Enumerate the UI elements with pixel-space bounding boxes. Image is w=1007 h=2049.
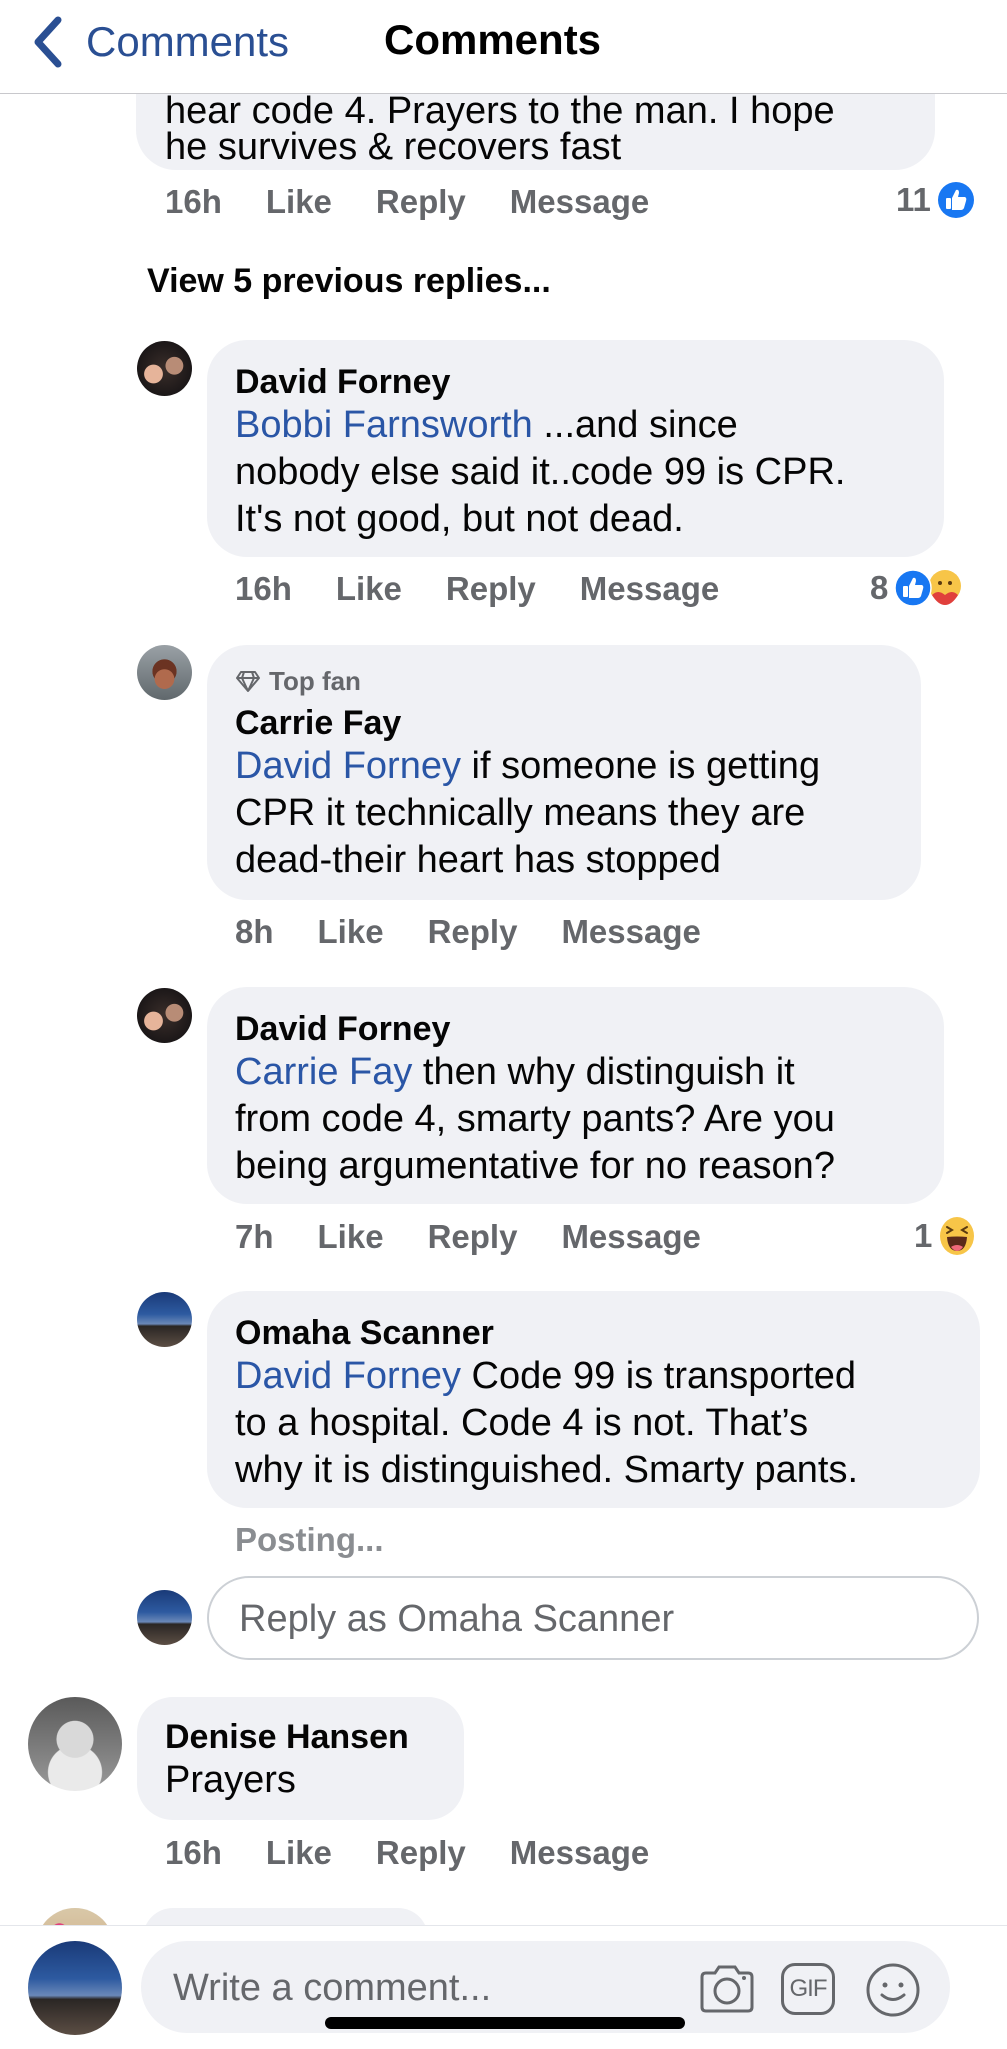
text-line: to a hospital. Code 4 is not. That’s — [235, 1402, 809, 1444]
like-button[interactable]: Like — [318, 1217, 384, 1257]
reply-meta: 16h Like Reply Message — [235, 569, 763, 609]
reply-bubble: David Forney Bobbi Farnsworth ...and sin… — [207, 340, 944, 557]
reply-button[interactable]: Reply — [446, 569, 536, 609]
mention-link[interactable]: David Forney — [235, 745, 461, 787]
comment-text: Prayers — [165, 1759, 296, 1801]
author-name[interactable]: David Forney — [235, 1007, 450, 1051]
mention-link[interactable]: Bobbi Farnsworth — [235, 404, 533, 446]
like-reaction-icon — [894, 569, 933, 607]
text-line: from code 4, smarty pants? Are you — [235, 1098, 835, 1140]
comment-composer-bar: GIF — [0, 1925, 1007, 2049]
text-line: ...and since — [532, 404, 738, 446]
reaction-count: 1 — [914, 1217, 933, 1254]
reply-input-box[interactable] — [207, 1576, 981, 1660]
text-line: why it is distinguished. Smarty pants. — [235, 1449, 859, 1491]
reply-button[interactable]: Reply — [428, 912, 518, 952]
reply-time: 16h — [235, 570, 292, 607]
top-fan-badge: Top fan — [235, 665, 361, 697]
reply-button[interactable]: Reply — [376, 1833, 466, 1873]
nav-header: Comments Comments — [0, 0, 1007, 94]
comment-bubble: Denise Hansen Prayers — [137, 1697, 464, 1820]
haha-reaction-icon — [940, 1217, 975, 1255]
text-line: if someone is getting — [460, 745, 821, 787]
reply-bubble: Omaha Scanner David Forney Code 99 is tr… — [207, 1291, 980, 1508]
emoji-icon[interactable] — [865, 1962, 921, 2018]
comment-time: 16h — [165, 1834, 222, 1871]
like-button[interactable]: Like — [266, 182, 332, 222]
chevron-left-icon[interactable] — [30, 16, 66, 68]
gif-button[interactable]: GIF — [781, 1963, 835, 2015]
reply-time: 7h — [235, 1218, 274, 1255]
text-line: dead-their heart has stopped — [235, 839, 721, 881]
reply-button[interactable]: Reply — [376, 182, 466, 222]
reply-text: David Forney if someone is getting CPR i… — [235, 743, 820, 884]
comment-text: he survives & recovers fast — [165, 126, 622, 168]
like-button[interactable]: Like — [266, 1833, 332, 1873]
mention-link[interactable]: Carrie Fay — [235, 1051, 412, 1093]
like-button[interactable]: Like — [318, 912, 384, 952]
comment-meta: 16h Like Reply Message — [165, 1833, 693, 1873]
message-button[interactable]: Message — [580, 569, 719, 609]
avatar[interactable] — [137, 645, 192, 700]
message-button[interactable]: Message — [510, 182, 649, 222]
reply-bubble: Top fan Carrie Fay David Forney if someo… — [207, 645, 921, 900]
view-previous-replies[interactable]: View 5 previous replies... — [147, 260, 551, 302]
diamond-icon — [236, 671, 260, 692]
reaction-count: 11 — [896, 181, 931, 218]
message-button[interactable]: Message — [561, 912, 700, 952]
author-name[interactable]: Denise Hansen — [165, 1715, 409, 1759]
reply-text: Bobbi Farnsworth ...and since nobody els… — [235, 402, 845, 543]
reply-meta: 7h Like Reply Message — [235, 1217, 745, 1257]
back-button[interactable]: Comments — [86, 16, 289, 68]
reply-text: David Forney Code 99 is transported to a… — [235, 1353, 858, 1494]
mention-link[interactable]: David Forney — [235, 1355, 461, 1397]
reaction-summary[interactable]: 1 — [914, 1216, 976, 1256]
message-button[interactable]: Message — [561, 1217, 700, 1257]
composer-avatar — [28, 1941, 122, 2035]
reaction-count: 8 — [870, 569, 889, 606]
reply-meta: 8h Like Reply Message — [235, 912, 745, 952]
text-line: then why distinguish it — [412, 1051, 795, 1093]
gif-label: GIF — [789, 1975, 828, 2002]
author-name[interactable]: Carrie Fay — [235, 701, 401, 745]
page-title: Comments — [384, 16, 602, 63]
reply-avatar — [137, 1590, 192, 1645]
reply-time: 8h — [235, 913, 274, 950]
home-indicator — [325, 2017, 685, 2029]
comment-meta: 16h Like Reply Message — [165, 182, 693, 222]
avatar[interactable] — [137, 341, 192, 396]
reply-input[interactable] — [237, 1578, 981, 1660]
author-name[interactable]: Omaha Scanner — [235, 1311, 494, 1355]
comment-time: 16h — [165, 183, 222, 220]
reaction-summary[interactable]: 11 — [896, 181, 975, 219]
camera-icon[interactable] — [698, 1963, 756, 2015]
text-line: CPR it technically means they are — [235, 792, 806, 834]
reply-text: Carrie Fay then why distinguish it from … — [235, 1049, 835, 1190]
text-line: nobody else said it..code 99 is CPR. — [235, 451, 846, 493]
like-button[interactable]: Like — [336, 569, 402, 609]
avatar[interactable] — [28, 1697, 122, 1791]
message-button[interactable]: Message — [510, 1833, 649, 1873]
badge-label: Top fan — [269, 666, 361, 696]
reaction-summary[interactable]: 8 — [870, 569, 964, 607]
avatar[interactable] — [137, 988, 192, 1043]
reply-bubble: David Forney Carrie Fay then why disting… — [207, 987, 944, 1204]
avatar[interactable] — [137, 1292, 192, 1347]
text-line: It's not good, but not dead. — [235, 498, 684, 540]
reply-button[interactable]: Reply — [428, 1217, 518, 1257]
like-reaction-icon — [937, 182, 974, 218]
author-name[interactable]: David Forney — [235, 360, 450, 404]
posting-status: Posting... — [235, 1521, 384, 1558]
text-line: Code 99 is transported — [460, 1355, 856, 1397]
text-line: being argumentative for no reason? — [235, 1145, 835, 1187]
